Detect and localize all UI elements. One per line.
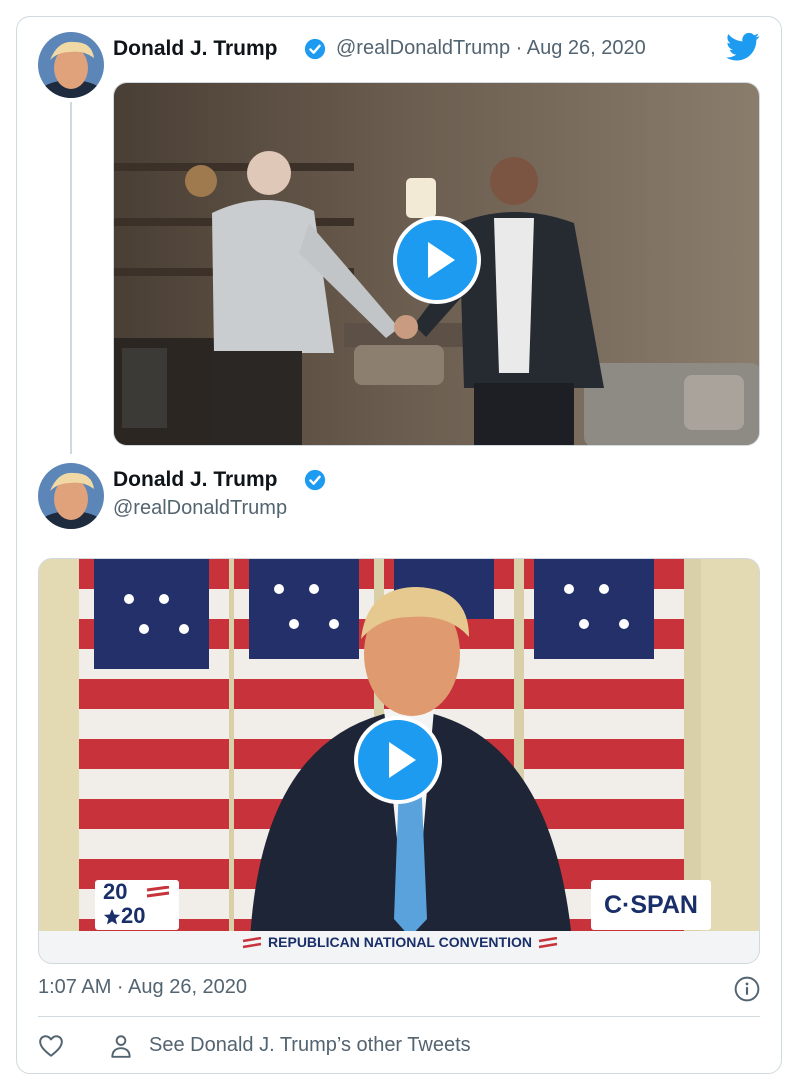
play-icon [389,742,416,778]
author-handle[interactable]: @realDonaldTrump [113,497,287,520]
logo-star-icon [103,908,121,925]
logo-year-top: 20 [103,879,128,904]
footer-divider [38,1016,760,1017]
banner-text: REPUBLICAN NATIONAL CONVENTION [268,934,532,950]
video-thumbnail[interactable]: 20 20 C·SPAN REPUBLICAN NATIONAL CONVENT… [38,558,760,964]
play-button[interactable] [393,216,481,304]
play-icon [428,242,455,278]
flag-stripes-icon [242,936,262,948]
author-name[interactable]: Donald J. Trump [113,37,278,61]
info-icon[interactable] [734,976,760,1002]
flag-stripes-icon [538,936,558,948]
see-other-tweets-link[interactable]: See Donald J. Trump’s other Tweets [149,1034,471,1057]
video-thumbnail[interactable] [113,82,760,446]
twitter-bird-icon[interactable] [726,32,760,62]
convention-banner: REPUBLICAN NATIONAL CONVENTION [39,931,759,963]
author-avatar[interactable] [38,463,104,529]
verified-badge-icon [304,469,326,491]
author-name[interactable]: Donald J. Trump [113,468,278,492]
author-avatar[interactable] [38,32,104,98]
author-handle-date[interactable]: @realDonaldTrump · Aug 26, 2020 [336,37,646,60]
heart-icon[interactable] [38,1034,64,1058]
thread-connector-line [70,102,72,454]
cspan-logo: C·SPAN [591,880,711,930]
logo-flag-stripes-icon [146,886,170,898]
person-icon[interactable] [108,1033,134,1059]
tweet-timestamp[interactable]: 1:07 AM · Aug 26, 2020 [38,976,247,999]
logo-year-bottom: 20 [121,903,146,928]
cspan-logo-text: C·SPAN [604,891,698,919]
rnc-2020-logo: 20 20 [95,880,179,930]
verified-badge-icon [304,38,326,60]
play-button[interactable] [354,716,442,804]
